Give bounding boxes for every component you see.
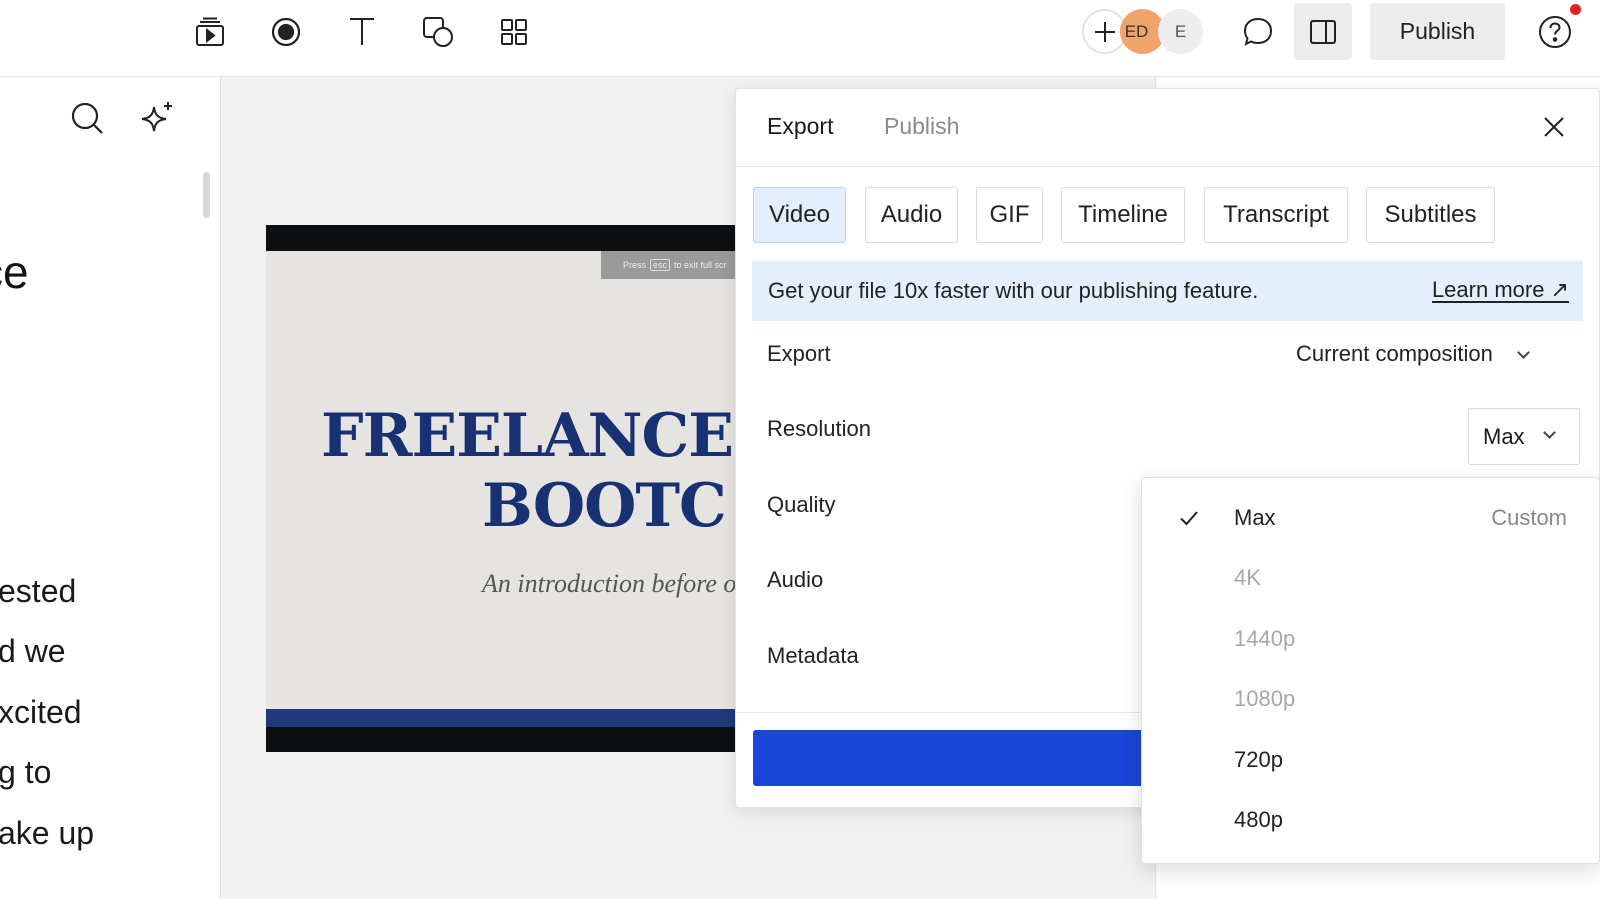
slide-subtitle: An introduction before ou	[482, 569, 750, 598]
format-timeline-button[interactable]: Timeline	[1061, 187, 1185, 243]
publish-button[interactable]: Publish	[1370, 3, 1505, 60]
chevron-down-icon	[1517, 346, 1530, 359]
text-icon[interactable]	[342, 12, 382, 52]
format-video-button[interactable]: Video	[753, 187, 846, 243]
banner-text: Get your file 10x faster with our publis…	[768, 278, 1259, 303]
export-scope-select[interactable]: Current composition	[1296, 341, 1530, 367]
format-gif-button[interactable]: GIF	[976, 187, 1043, 243]
resolution-option-1080p: 1080p	[1234, 686, 1296, 711]
video-preview[interactable]: FREELANCE I BOOTC An introduction before…	[266, 225, 751, 752]
slide-title: BOOTC	[482, 471, 727, 541]
close-icon[interactable]	[1536, 109, 1572, 145]
slide-title: FREELANCE I	[321, 401, 751, 471]
sidebar-icon	[1310, 19, 1336, 44]
format-audio-button[interactable]: Audio	[865, 187, 958, 243]
format-subtitles-button[interactable]: Subtitles	[1366, 187, 1495, 243]
avatar[interactable]: E	[1158, 9, 1203, 54]
record-icon[interactable]	[266, 12, 306, 52]
scenes-icon[interactable]	[190, 12, 230, 52]
notification-dot	[1570, 4, 1581, 15]
metadata-label: Metadata	[767, 643, 859, 668]
learn-more-link[interactable]: Learn more ↗	[1432, 277, 1569, 303]
comment-icon[interactable]	[1238, 12, 1278, 52]
format-transcript-button[interactable]: Transcript	[1204, 187, 1348, 243]
custom-link[interactable]: Custom	[1491, 505, 1567, 531]
left-panel: ce ested d we xcited g to ake up	[0, 77, 221, 899]
shapes-icon[interactable]	[418, 12, 458, 52]
search-icon[interactable]	[68, 99, 106, 137]
slide-accent-bar	[266, 709, 751, 727]
transcript-line: ested	[0, 573, 77, 609]
transcript-heading: ce	[0, 246, 29, 298]
fullscreen-hint: Press esc to exit full scr	[601, 251, 751, 279]
resolution-option-480p[interactable]: 480p	[1142, 790, 1599, 850]
resolution-dropdown-menu: Max Custom 4K 1440p 1080p 720p 480p	[1141, 477, 1600, 864]
modal-header: Export Publish	[736, 89, 1599, 167]
transcript-line: ake up	[0, 815, 95, 851]
resolution-select[interactable]: Max	[1468, 408, 1580, 465]
transcript-line: xcited	[0, 694, 82, 730]
top-toolbar: ED E Publish	[0, 0, 1600, 77]
plus-icon	[1094, 21, 1115, 42]
resolution-label: Resolution	[767, 416, 871, 441]
grid-icon[interactable]	[494, 12, 534, 52]
audio-label: Audio	[767, 567, 824, 592]
check-icon	[1180, 511, 1198, 526]
resolution-option-max[interactable]: Max Custom	[1142, 488, 1599, 548]
transcript-line: g to	[0, 754, 52, 790]
export-scope-label: Export	[767, 341, 831, 366]
resolution-option-1440p: 1440p	[1234, 626, 1296, 651]
help-icon[interactable]	[1535, 12, 1575, 52]
tab-publish[interactable]: Publish	[884, 113, 959, 140]
chevron-down-icon	[1542, 426, 1556, 439]
sparkle-icon[interactable]	[138, 99, 176, 137]
tab-export[interactable]: Export	[767, 113, 833, 140]
scrollbar[interactable]	[203, 172, 210, 218]
publishing-promo-banner: Get your file 10x faster with our publis…	[752, 261, 1583, 321]
slide-background: FREELANCE I BOOTC An introduction before…	[266, 251, 751, 709]
resolution-option-4k: 4K	[1234, 565, 1261, 590]
quality-label: Quality	[767, 492, 836, 517]
transcript-line: d we	[0, 633, 66, 669]
resolution-option-720p[interactable]: 720p	[1142, 730, 1599, 790]
panel-toggle-button[interactable]	[1294, 3, 1352, 60]
